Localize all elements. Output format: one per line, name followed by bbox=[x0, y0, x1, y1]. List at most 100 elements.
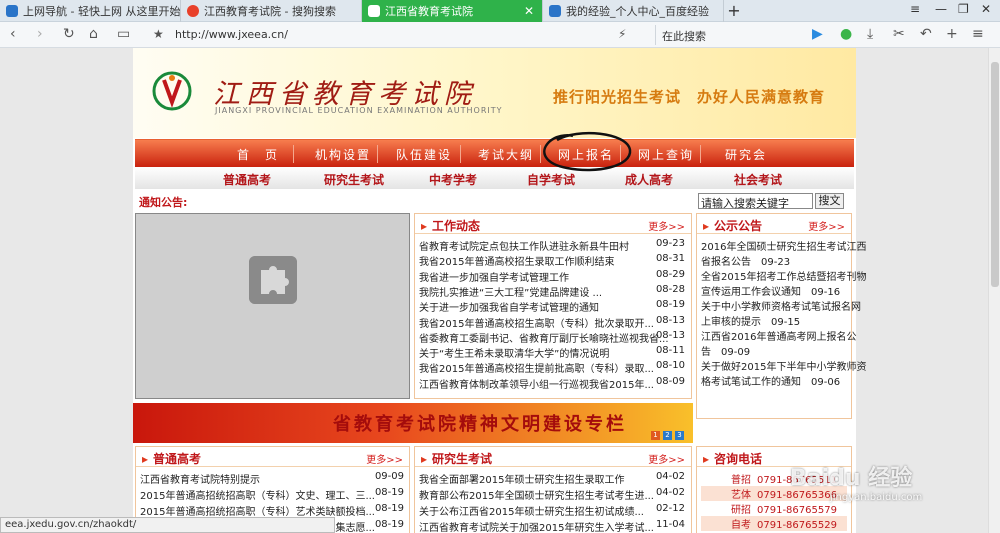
item-date: 08-31 bbox=[655, 253, 685, 265]
item-date: 08-28 bbox=[655, 283, 685, 295]
item-date: 08-19 bbox=[374, 503, 404, 514]
tab-bar: 上网导航 - 轻快上网 从这里开始 江西教育考试院 - 搜狗搜索 江西省教育考试… bbox=[0, 0, 1000, 22]
tab-jxeea[interactable]: 江西省教育考试院 ✕ bbox=[362, 0, 543, 22]
list-item[interactable]: 我院扎实推进“三大工程”党建品牌建设 ... 08-28 bbox=[419, 283, 685, 299]
item-date: 02-12 bbox=[655, 503, 685, 514]
site-header: 江西省教育考试院 JIANGXI PROVINCIAL EDUCATION EX… bbox=[133, 48, 856, 138]
keyword-search-button[interactable]: 搜文 bbox=[815, 193, 844, 209]
tab-sogou[interactable]: 江西教育考试院 - 搜狗搜索 bbox=[181, 0, 362, 22]
list-item[interactable]: 2015年普通高招统招高职（专科）艺术类缺额投档... 08-19 bbox=[140, 503, 404, 518]
tab-title: 江西教育考试院 - 搜狗搜索 bbox=[204, 5, 336, 18]
baidu-watermark-url: jingyan.baidu.com bbox=[830, 492, 923, 503]
item-title: 我省2015年普通高校招生高职（专科）批次录取开... bbox=[419, 318, 654, 330]
list-item[interactable]: 我省全面部署2015年硕士研究生招生录取工作 04-02 bbox=[419, 471, 685, 486]
list-item[interactable]: 2016年全国硕士研究生招生考试江西 省报名公告 09-23 bbox=[701, 238, 867, 268]
banner-page[interactable]: 2 bbox=[663, 431, 672, 440]
star-icon[interactable]: ★ bbox=[153, 26, 164, 43]
menu-icon[interactable]: ≡ bbox=[910, 2, 920, 16]
list-item[interactable]: 我省2015年普通高校招生高职（专科）批次录取开... 08-13 bbox=[419, 315, 685, 330]
list-item[interactable]: 我省2015年普通高校招生提前批高职（专科）录取... 08-10 bbox=[419, 360, 685, 375]
list-item[interactable]: 全省2015年招考工作总结暨招考刊物 宣传运用工作会议通知 09-16 bbox=[701, 268, 866, 298]
more-link[interactable]: 更多>> bbox=[648, 218, 685, 233]
forward-icon[interactable]: › bbox=[37, 26, 43, 43]
undo-icon[interactable]: ↶ bbox=[920, 26, 932, 43]
back-icon[interactable]: ‹ bbox=[10, 26, 16, 43]
menu-research[interactable]: 研究会 bbox=[725, 146, 767, 163]
chat-icon[interactable]: ● bbox=[840, 26, 852, 43]
menu-team[interactable]: 队伍建设 bbox=[396, 146, 452, 163]
tab-baidu[interactable]: 我的经验_个人中心_百度经验 bbox=[543, 0, 724, 22]
home-icon[interactable]: ⌂ bbox=[89, 26, 98, 43]
new-tab-button[interactable]: + bbox=[724, 0, 744, 22]
item-title: 省委教育工委副书记、省教育厅副厅长喻晓社巡视我省... bbox=[419, 333, 669, 345]
item-date: 08-19 bbox=[655, 299, 685, 311]
address-bar[interactable]: http://www.jxeea.cn/ bbox=[175, 28, 288, 41]
list-item[interactable]: 2015年普通高招统招高职（专科）文史、理工、三... 08-19 bbox=[140, 487, 404, 502]
menu-zhongkao[interactable]: 中考学考 bbox=[429, 171, 477, 188]
tab-nav[interactable]: 上网导航 - 轻快上网 从这里开始 bbox=[0, 0, 181, 22]
item-date: 09-09 bbox=[721, 347, 751, 358]
close-tab-icon[interactable]: ✕ bbox=[524, 4, 534, 18]
sogou-icon bbox=[187, 5, 199, 17]
list-item[interactable]: 关于进一步加强我省自学考试管理的通知 08-19 bbox=[419, 299, 685, 314]
item-date: 08-11 bbox=[655, 345, 685, 357]
keyword-search-input[interactable]: 请输入搜索关键字 bbox=[698, 193, 813, 210]
menu-graduate[interactable]: 研究生考试 bbox=[324, 171, 384, 188]
menu-divider bbox=[460, 145, 461, 163]
list-item[interactable]: 关于做好2015年下半年中小学教师资 格考试笔试工作的通知 09-06 bbox=[701, 358, 866, 388]
plus-icon[interactable]: + bbox=[946, 26, 958, 43]
menu-social[interactable]: 社会考试 bbox=[734, 171, 782, 188]
list-item[interactable]: 省教育考试院定点包扶工作队进驻永新县牛田村 09-23 bbox=[419, 238, 685, 253]
more-link[interactable]: 更多>> bbox=[648, 451, 685, 466]
scrollbar-thumb[interactable] bbox=[991, 62, 999, 287]
phone-label: 艺体 bbox=[731, 490, 751, 501]
menu-gaokao[interactable]: 普通高考 bbox=[223, 171, 271, 188]
list-item[interactable]: 江西省教育考试院关于加强2015年研究生入学考试... 11-04 bbox=[419, 519, 685, 533]
scissors-icon[interactable]: ✂ bbox=[893, 26, 905, 43]
list-item[interactable]: 江西省教育体制改革领导小组一行巡视我省2015年... 08-09 bbox=[419, 376, 685, 391]
item-title: 教育部公布2015年全国硕士研究生招生考试考生进... bbox=[419, 491, 654, 502]
list-item[interactable]: 关于公布江西省2015年硕士研究生招生初试成绩... 02-12 bbox=[419, 503, 685, 518]
banner-page[interactable]: 1 bbox=[651, 431, 660, 440]
minimize-icon[interactable]: — bbox=[935, 2, 947, 16]
list-item[interactable]: 关于中小学教师资格考试笔试报名网 上审核的提示 09-15 bbox=[701, 298, 861, 328]
search-input[interactable]: 在此搜索 bbox=[655, 25, 795, 45]
item-title: 2015年普通高招统招高职（专科）文史、理工、三... bbox=[140, 491, 375, 502]
item-title-cont: 上审核的提示 09-15 bbox=[701, 313, 849, 328]
play-icon[interactable]: ▶ bbox=[812, 26, 823, 43]
list-item[interactable]: 省委教育工委副书记、省教育厅副厅长喻晓社巡视我省... 08-13 bbox=[419, 330, 685, 345]
list-item[interactable]: 江西省教育考试院特别提示 09-09 bbox=[140, 471, 404, 486]
more-link[interactable]: 更多>> bbox=[808, 218, 845, 233]
menu-online-query[interactable]: 网上查询 bbox=[638, 146, 694, 163]
lightning-icon[interactable]: ⚡ bbox=[618, 26, 626, 43]
baidu-icon bbox=[549, 5, 561, 17]
restore-icon[interactable]: ❐ bbox=[958, 2, 969, 16]
close-window-icon[interactable]: ✕ bbox=[981, 2, 991, 16]
list-item[interactable]: 我省2015年普通高校招生录取工作顺利结束 08-31 bbox=[419, 253, 685, 268]
panel-header: ▸ 工作动态 更多>> bbox=[415, 214, 691, 234]
menu-home[interactable]: 首 页 bbox=[237, 146, 279, 163]
menu-icon[interactable]: ≡ bbox=[972, 26, 984, 43]
scrollbar[interactable] bbox=[988, 48, 1000, 533]
tab-title: 我的经验_个人中心_百度经验 bbox=[566, 5, 709, 18]
more-link[interactable]: 更多>> bbox=[366, 451, 403, 466]
list-item[interactable]: 江西省2016年普通高考网上报名公告 09-09 bbox=[701, 328, 856, 358]
menu-divider bbox=[377, 145, 378, 163]
item-title: 2016年全国硕士研究生招生考试江西 bbox=[701, 242, 867, 253]
banner-page[interactable]: 3 bbox=[675, 431, 684, 440]
list-item[interactable]: 教育部公布2015年全国硕士研究生招生考试考生进... 04-02 bbox=[419, 487, 685, 502]
reader-icon[interactable]: ▭ bbox=[117, 26, 130, 43]
list-item[interactable]: 我省进一步加强自学考试管理工作 08-29 bbox=[419, 269, 685, 284]
list-item[interactable]: 关于“考生王希未录取清华大学”的情况说明 08-11 bbox=[419, 345, 685, 361]
menu-org[interactable]: 机构设置 bbox=[315, 146, 371, 163]
item-title: 关于中小学教师资格考试笔试报名网 bbox=[701, 302, 861, 313]
item-title: 我省进一步加强自学考试管理工作 bbox=[419, 272, 569, 284]
main-menu: 首 页 机构设置 队伍建设 考试大纲 网上报名 网上查询 研究会 bbox=[135, 139, 854, 167]
culture-banner[interactable]: 省教育考试院精神文明建设专栏 1 2 3 bbox=[133, 403, 693, 443]
site-english-name: JIANGXI PROVINCIAL EDUCATION EXAMINATION… bbox=[215, 106, 503, 115]
item-title: 省教育考试院定点包扶工作队进驻永新县牛田村 bbox=[419, 242, 629, 253]
menu-syllabus[interactable]: 考试大纲 bbox=[478, 146, 534, 163]
refresh-icon[interactable]: ↻ bbox=[63, 26, 75, 43]
item-title: 关于“考生王希未录取清华大学”的情况说明 bbox=[419, 349, 610, 361]
download-icon[interactable]: ⤓ bbox=[867, 26, 873, 43]
